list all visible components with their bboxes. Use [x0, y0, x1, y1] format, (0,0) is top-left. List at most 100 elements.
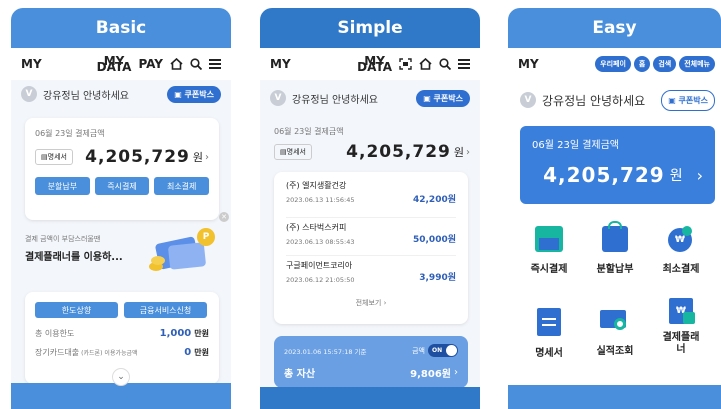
search-icon[interactable] — [439, 58, 451, 70]
menu-icon[interactable] — [209, 59, 221, 69]
coupon-box-button[interactable]: ▣ 쿠폰박스 — [167, 85, 221, 103]
expand-chevron-icon[interactable]: ⌄ — [112, 368, 130, 386]
menu-item-instant-pay[interactable]: 즉시결제 — [516, 226, 582, 275]
menu-item-minimum-pay[interactable]: ₩ 최소결제 — [648, 226, 714, 275]
greeting-row: V 강유정님 안녕하세요 ▣ 쿠폰박스 — [260, 84, 480, 112]
transaction-amount: 50,000원 — [412, 235, 456, 245]
search-icon[interactable] — [190, 58, 202, 70]
menu-icon[interactable] — [458, 59, 470, 69]
chevron-right-icon: › — [696, 165, 703, 185]
all-menu-chip[interactable]: 전체메뉴 — [679, 56, 715, 72]
qr-scan-icon[interactable] — [399, 58, 412, 70]
coupon-label: 쿠폰박스 — [184, 89, 214, 99]
statement-icon: ▤ — [41, 153, 48, 161]
statement-icon: ▤ — [280, 148, 287, 156]
transaction-row[interactable]: 구글페이먼트코리아 2023.06.12 21:05:50 3,990원 — [286, 256, 456, 294]
asset-card[interactable]: 2023.01.06 15:57:18 기준 금액 ON 총 자산 9,806원… — [274, 336, 468, 388]
won-unit: 원 — [453, 146, 464, 159]
total-limit-value: 1,000 — [159, 328, 192, 339]
coupon-box-button[interactable]: ▣ 쿠폰박스 — [416, 89, 470, 107]
pay-button[interactable]: PAY — [138, 57, 163, 71]
chevron-right-icon: › — [383, 299, 387, 307]
coupon-label: 쿠폰박스 — [433, 93, 463, 103]
simple-panel: Simple MY MY DATA V 강유정님 안녕하세요 ▣ 쿠폰박스 06… — [260, 8, 480, 409]
card-pay-icon — [535, 226, 563, 252]
app-bar: MY 우리페이 홈 검색 전체메뉴 — [508, 48, 721, 80]
transaction-row[interactable]: (주) 엘지생활건강 2023.06.13 11:56:45 42,200원 — [286, 180, 456, 218]
basic-panel: Basic MY MY DATA PAY V 강유정님 안녕하세요 ▣ 쿠폰박스… — [11, 8, 231, 409]
mydata-button[interactable]: MY DATA — [357, 55, 392, 73]
close-icon[interactable]: ✕ — [219, 212, 229, 222]
amount-toggle[interactable]: ON — [428, 344, 458, 357]
chevron-right-icon[interactable]: › — [466, 147, 470, 158]
transaction-amount: 42,200원 — [412, 195, 456, 205]
menu-label: 분할납부 — [596, 264, 634, 275]
view-all-link[interactable]: 전체보기 › — [286, 298, 456, 308]
footer-bar — [508, 385, 721, 409]
installment-button[interactable]: 분할납부 — [35, 177, 90, 195]
asset-timestamp: 2023.01.06 15:57:18 기준 — [284, 347, 367, 356]
my-label: MY — [270, 57, 291, 71]
menu-item-statement[interactable]: 명세서 — [516, 308, 582, 359]
menu-label: 즉시결제 — [530, 264, 568, 275]
chevron-right-icon[interactable]: › — [205, 152, 209, 163]
app-bar: MY MY DATA PAY — [11, 48, 231, 80]
payment-date-label: 06월 23일 결제금액 — [35, 129, 105, 138]
payment-card[interactable]: 06월 23일 결제금액 4,205,729 원 › — [520, 126, 715, 204]
promo-banner[interactable]: 결제 금액이 부담스러울땐 결제플래너를 이용하... P ✕ — [25, 212, 229, 284]
minimum-pay-button[interactable]: 최소결제 — [154, 177, 210, 195]
total-limit-unit: 만원 — [194, 329, 209, 338]
coupon-icon: ▣ — [174, 89, 185, 99]
total-asset-value: 9,806원 — [410, 369, 451, 380]
home-icon[interactable] — [419, 58, 432, 70]
coupon-icon: ▣ — [668, 95, 679, 105]
card-loan-value: 0 — [184, 347, 192, 358]
menu-item-performance[interactable]: 실적조회 — [582, 308, 648, 357]
coin-icon: ₩ — [668, 226, 694, 252]
payment-amount[interactable]: 4,205,729 — [346, 142, 451, 162]
chevron-right-icon: › — [454, 367, 458, 378]
shopping-bag-icon — [602, 221, 628, 252]
payment-date-label: 06월 23일 결제금액 — [274, 127, 344, 136]
payment-amount[interactable]: 4,205,729 — [85, 147, 190, 167]
footer-bar — [11, 383, 231, 409]
payment-date-label: 06월 23일 결제금액 — [532, 140, 620, 151]
finance-service-tab[interactable]: 금융서비스신청 — [124, 302, 207, 318]
total-asset-label: 총 자산 — [284, 369, 316, 380]
amount-toggle-label: 금액 — [412, 346, 425, 355]
statement-label: 명세서 — [47, 153, 67, 161]
card-loan-sub: (카드론) — [81, 350, 103, 357]
card-loan-unit: 만원 — [194, 348, 209, 357]
card-coins-illustration: P — [149, 228, 219, 278]
document-icon — [537, 308, 561, 336]
app-bar: MY MY DATA — [260, 48, 480, 80]
woori-pay-chip[interactable]: 우리페이 — [595, 56, 631, 72]
planner-icon: ₩ — [667, 298, 695, 326]
payment-amount: 4,205,729 — [543, 163, 665, 187]
instant-pay-button[interactable]: 즉시결제 — [94, 177, 150, 195]
statement-button[interactable]: ▤ 명세서 — [35, 149, 73, 165]
avatar: V — [21, 86, 37, 102]
avatar: V — [520, 92, 536, 108]
limit-increase-tab[interactable]: 한도상향 — [35, 302, 118, 318]
menu-item-installment[interactable]: 분할납부 — [582, 221, 648, 275]
mydata-button[interactable]: MY DATA — [97, 55, 132, 73]
search-chip[interactable]: 검색 — [653, 56, 677, 72]
statement-button[interactable]: ▤ 명세서 — [274, 144, 312, 160]
menu-label: 결제플래 너 — [662, 332, 700, 355]
menu-grid: 즉시결제 분할납부 ₩ 최소결제 명세서 실적조회 ₩ 결제플래 너 — [508, 214, 721, 384]
view-all-label: 전체보기 — [355, 299, 382, 307]
payment-card: 06월 23일 결제금액 ▤ 명세서 4,205,729 원 › 분할납부 즉시… — [25, 118, 219, 220]
home-icon[interactable] — [170, 58, 183, 70]
merchant-name: (주) 엘지생활건강 — [286, 181, 347, 190]
greeting-text: 강유정님 안녕하세요 — [292, 94, 378, 106]
menu-item-planner[interactable]: ₩ 결제플래 너 — [648, 298, 714, 356]
coupon-box-button[interactable]: ▣ 쿠폰박스 — [661, 89, 715, 111]
easy-panel: Easy MY 우리페이 홈 검색 전체메뉴 V 강유정님 안녕하세요 ▣ 쿠폰… — [508, 8, 721, 409]
card-loan-row: 장기카드대출 (카드론) 이용가능금액 0 만원 — [35, 347, 209, 358]
home-chip[interactable]: 홈 — [633, 56, 651, 72]
transaction-amount: 3,990원 — [419, 273, 456, 283]
menu-label: 실적조회 — [596, 346, 634, 357]
transaction-row[interactable]: (주) 스타벅스커피 2023.06.13 08:55:43 50,000원 — [286, 218, 456, 256]
total-limit-row: 총 이용한도 1,000 만원 — [35, 328, 209, 339]
